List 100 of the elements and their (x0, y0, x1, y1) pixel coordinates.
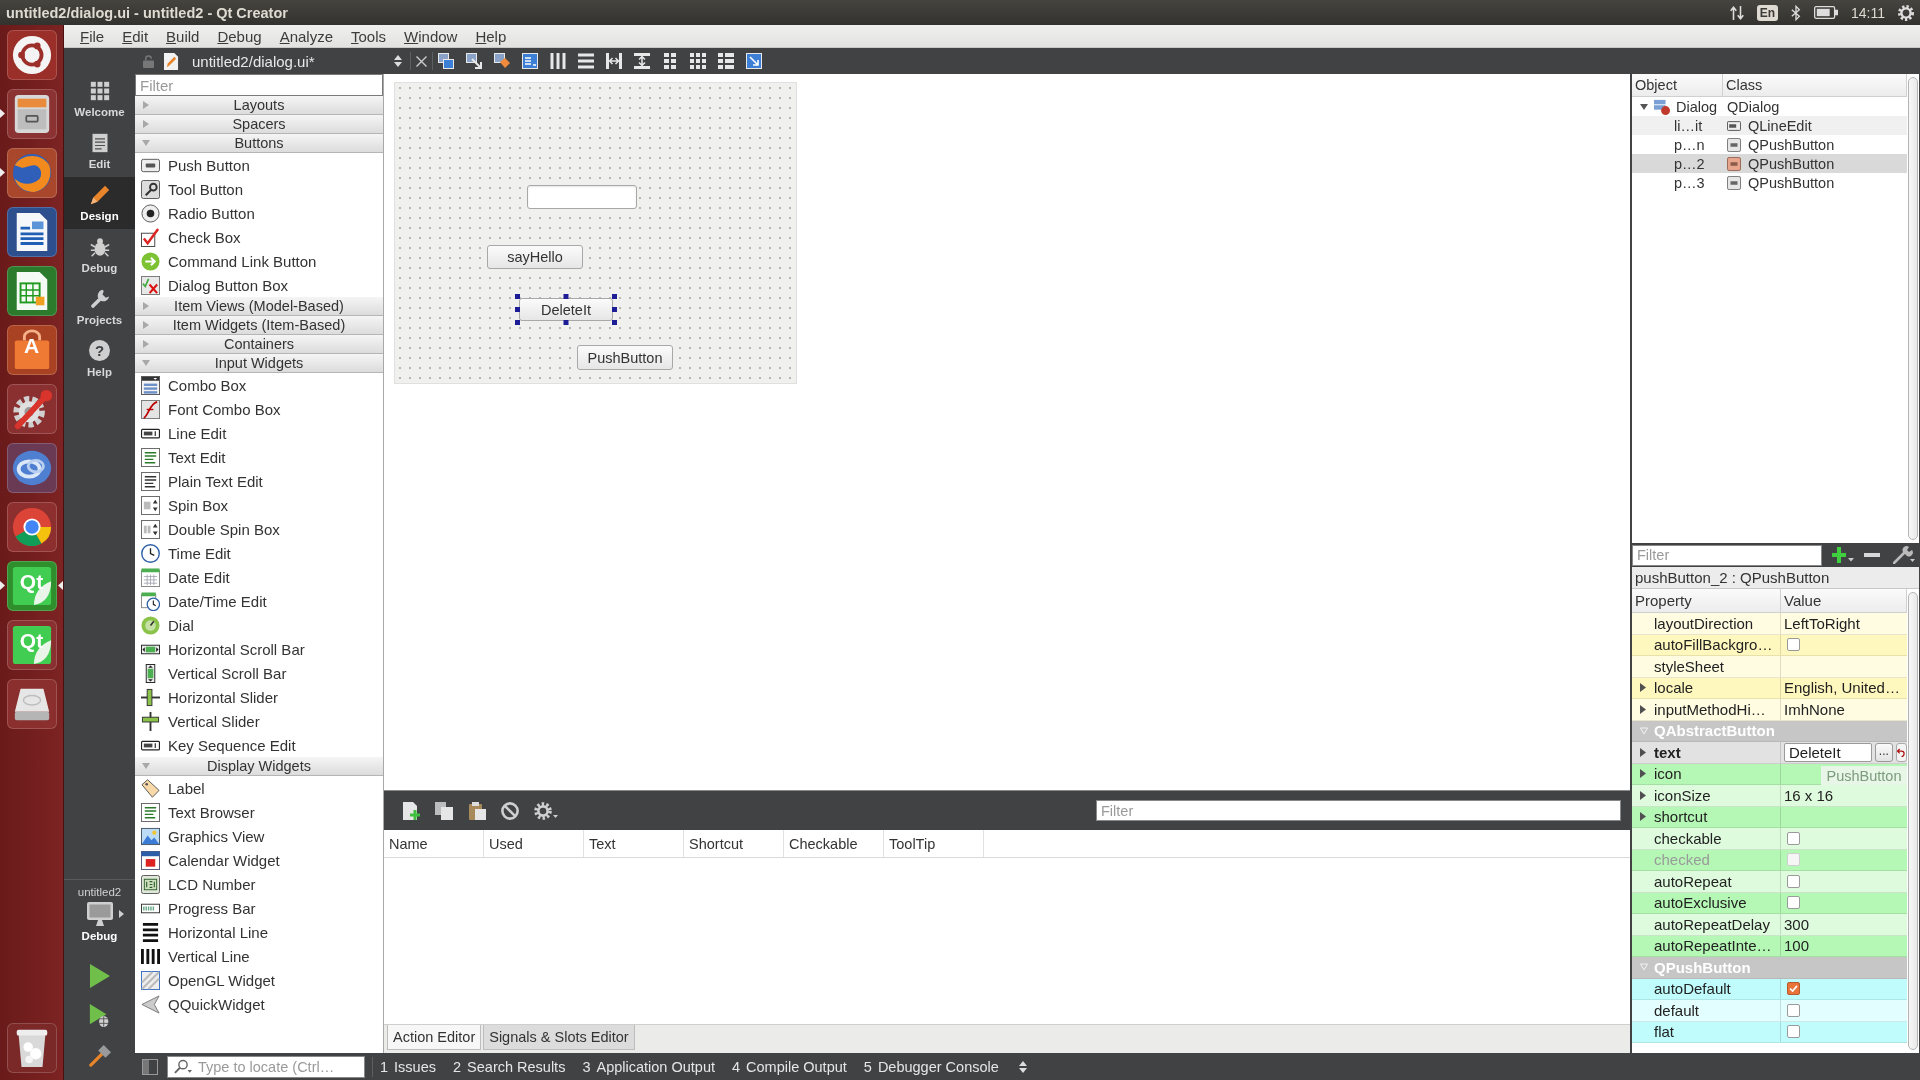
kit-selector[interactable]: untitled2 Debug (75, 886, 124, 942)
widget-item[interactable]: Text Edit (135, 445, 383, 469)
menu-item[interactable]: Debug (208, 25, 271, 47)
property-row[interactable]: flat (1632, 1021, 1907, 1043)
widget-item[interactable]: Radio Button (135, 201, 383, 225)
property-row[interactable]: autoDefault (1632, 978, 1907, 1000)
grid-dots-icon[interactable] (662, 53, 678, 69)
column-header[interactable]: Value (1781, 589, 1907, 612)
push-button[interactable]: PushButton (577, 345, 673, 370)
tree-row[interactable]: p…2 QPushButton (1632, 154, 1907, 173)
widget-item[interactable]: Font Combo Box (135, 397, 383, 421)
locator-field[interactable]: Type to locate (Ctrl… (167, 1055, 365, 1078)
plus-icon[interactable] (1832, 547, 1854, 563)
widget-item[interactable]: Vertical Line (135, 944, 383, 968)
widget-item[interactable]: LCD Number (135, 872, 383, 896)
checkbox[interactable] (1787, 896, 1800, 910)
property-row[interactable]: default (1632, 1000, 1907, 1022)
mode-button[interactable]: Projects (64, 281, 135, 333)
launcher-button[interactable] (6, 678, 57, 729)
filter-field[interactable]: Filter (1632, 544, 1822, 566)
new-document-icon[interactable] (402, 801, 420, 820)
gear-icon[interactable] (534, 801, 558, 820)
form-layout-icon[interactable] (718, 53, 734, 69)
tree-row[interactable]: Dialog QDialog (1632, 97, 1907, 116)
grid-icon[interactable] (690, 53, 706, 69)
column-header[interactable]: Used (484, 830, 584, 857)
caret-right-icon[interactable] (1640, 790, 1646, 800)
filter-field[interactable]: Filter (135, 74, 383, 96)
property-row[interactable]: layoutDirection LeftToRight (1632, 613, 1907, 635)
mode-button[interactable]: Debug (64, 229, 135, 281)
forbidden-icon[interactable] (501, 801, 519, 820)
close-icon[interactable] (416, 55, 427, 67)
columns-icon[interactable] (550, 53, 566, 69)
widget-item[interactable]: Tool Button (135, 177, 383, 201)
output-pane-button[interactable]: 5 Debugger Console (863, 1058, 999, 1075)
widget-item[interactable]: Vertical Scroll Bar (135, 661, 383, 685)
tree-row[interactable]: p…n QPushButton (1632, 135, 1907, 154)
widget-item[interactable]: Label (135, 776, 383, 800)
widget-item[interactable]: Vertical Slider (135, 709, 383, 733)
tab[interactable]: Action Editor (387, 1025, 482, 1050)
caret-right-icon[interactable] (1640, 683, 1646, 693)
menu-item[interactable]: Edit (113, 25, 158, 47)
category-header[interactable]: Item Widgets (Item-Based) (135, 316, 383, 335)
category-header[interactable]: Item Views (Model-Based) (135, 297, 383, 316)
column-header[interactable]: Class (1723, 74, 1907, 96)
widget-item[interactable]: Text Browser (135, 800, 383, 824)
launcher-button[interactable] (6, 442, 57, 493)
bluetooth-icon[interactable] (1791, 4, 1801, 21)
filter-field[interactable]: Filter (1096, 800, 1621, 821)
category-header[interactable]: Spacers (135, 115, 383, 134)
keyboard-indicator[interactable]: En (1756, 4, 1778, 21)
widget-item[interactable]: Double Spin Box (135, 517, 383, 541)
property-row[interactable]: iconSize 16 x 16 (1632, 785, 1907, 807)
push-button[interactable]: DeleteIt (519, 298, 613, 321)
copy-icon[interactable] (435, 801, 453, 820)
window-stack-icon[interactable] (438, 53, 454, 69)
widget-item[interactable]: QQuickWidget (135, 992, 383, 1016)
settings-icon[interactable] (1898, 4, 1914, 21)
property-row[interactable]: locale English, United… (1632, 677, 1907, 699)
widget-item[interactable]: OpenGL Widget (135, 968, 383, 992)
category-header[interactable]: Input Widgets (135, 354, 383, 373)
adjust-size-icon[interactable] (746, 53, 762, 69)
scrollbar[interactable] (1908, 77, 1918, 540)
widget-item[interactable]: Horizontal Scroll Bar (135, 637, 383, 661)
widget-item[interactable]: Key Sequence Edit (135, 733, 383, 757)
window-arrow-icon[interactable] (466, 53, 482, 69)
menu-item[interactable]: Tools (342, 25, 396, 47)
property-row[interactable]: autoRepeatInte… 100 (1632, 935, 1907, 957)
rows-icon[interactable] (578, 53, 594, 69)
category-header[interactable]: Display Widgets (135, 757, 383, 776)
sidebar-toggle-icon[interactable] (142, 1058, 158, 1075)
widget-item[interactable]: Command Link Button (135, 249, 383, 273)
column-header[interactable]: ToolTip (884, 830, 984, 857)
caret-right-icon[interactable] (1640, 704, 1646, 714)
widget-item[interactable]: Graphics View (135, 824, 383, 848)
column-header[interactable]: Name (384, 830, 484, 857)
property-row[interactable]: inputMethodHi… ImhNone (1632, 699, 1907, 721)
category-header[interactable]: Layouts (135, 96, 383, 115)
split-columns-icon[interactable] (606, 53, 622, 69)
checkbox[interactable] (1787, 982, 1800, 996)
property-row[interactable]: autoFillBackgro… (1632, 634, 1907, 656)
column-header[interactable]: Shortcut (684, 830, 784, 857)
push-button[interactable]: sayHello (487, 245, 583, 269)
property-row[interactable]: shortcut (1632, 806, 1907, 828)
widget-item[interactable]: Dial (135, 613, 383, 637)
mode-button[interactable]: Welcome (64, 73, 135, 125)
split-rows-icon[interactable] (634, 53, 650, 69)
reset-button[interactable] (1895, 742, 1907, 762)
property-row[interactable]: autoRepeatDelay 300 (1632, 914, 1907, 936)
widget-item[interactable]: Push Button (135, 153, 383, 177)
menu-item[interactable]: Window (395, 25, 467, 47)
tree-row[interactable]: li…it QLineEdit (1632, 116, 1907, 135)
caret-right-icon[interactable] (1640, 812, 1646, 822)
menu-item[interactable]: Help (466, 25, 516, 47)
wrench-icon[interactable] (1893, 546, 1915, 564)
widget-item[interactable]: Spin Box (135, 493, 383, 517)
column-header[interactable]: Checkable (784, 830, 884, 857)
property-row[interactable]: styleSheet (1632, 656, 1907, 678)
checkbox[interactable] (1787, 1003, 1800, 1017)
widget-item[interactable]: Check Box (135, 225, 383, 249)
